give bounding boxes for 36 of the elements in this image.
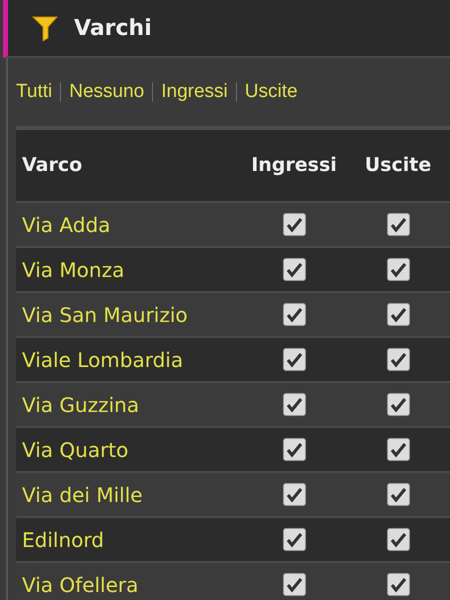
gate-name: Via Quarto [22, 438, 128, 462]
checkbox[interactable] [282, 573, 306, 596]
gate-name: Via Adda [22, 212, 110, 236]
checkbox[interactable] [282, 303, 306, 326]
gate-name: Via dei Mille [22, 482, 143, 506]
checkbox[interactable] [386, 573, 410, 596]
gate-name: Via San Maurizio [22, 302, 188, 326]
checkbox[interactable] [386, 348, 410, 371]
checkbox[interactable] [282, 528, 306, 551]
checkbox[interactable] [386, 213, 410, 236]
checkbox[interactable] [282, 483, 306, 506]
checkbox[interactable] [282, 438, 306, 461]
filter-link[interactable]: Nessuno [69, 78, 144, 106]
checkbox[interactable] [386, 528, 410, 551]
checkbox[interactable] [386, 393, 410, 416]
filter-link[interactable]: Uscite [244, 78, 298, 106]
checkbox[interactable] [282, 348, 306, 371]
checkbox[interactable] [386, 303, 410, 326]
gate-name: Via Guzzina [22, 392, 140, 416]
gate-name: Viale Lombardia [22, 348, 184, 372]
column-header: Uscite [364, 153, 432, 178]
gate-name: Via Monza [22, 258, 124, 282]
gate-name: Edilnord [22, 528, 104, 552]
filter-icon [32, 15, 58, 41]
column-header: Ingressi [251, 153, 337, 178]
checkbox[interactable] [386, 438, 410, 461]
checkbox[interactable] [386, 483, 410, 506]
filter-link[interactable]: Ingressi [161, 78, 228, 106]
filter-link[interactable]: Tutti [16, 78, 52, 106]
checkbox[interactable] [386, 258, 410, 281]
header-title: Varchi [74, 14, 152, 42]
checkbox[interactable] [282, 258, 306, 281]
checkbox[interactable] [282, 213, 306, 236]
gate-name: Via Ofellera [22, 572, 138, 596]
checkbox[interactable] [282, 393, 306, 416]
column-header: Varco [22, 154, 82, 176]
